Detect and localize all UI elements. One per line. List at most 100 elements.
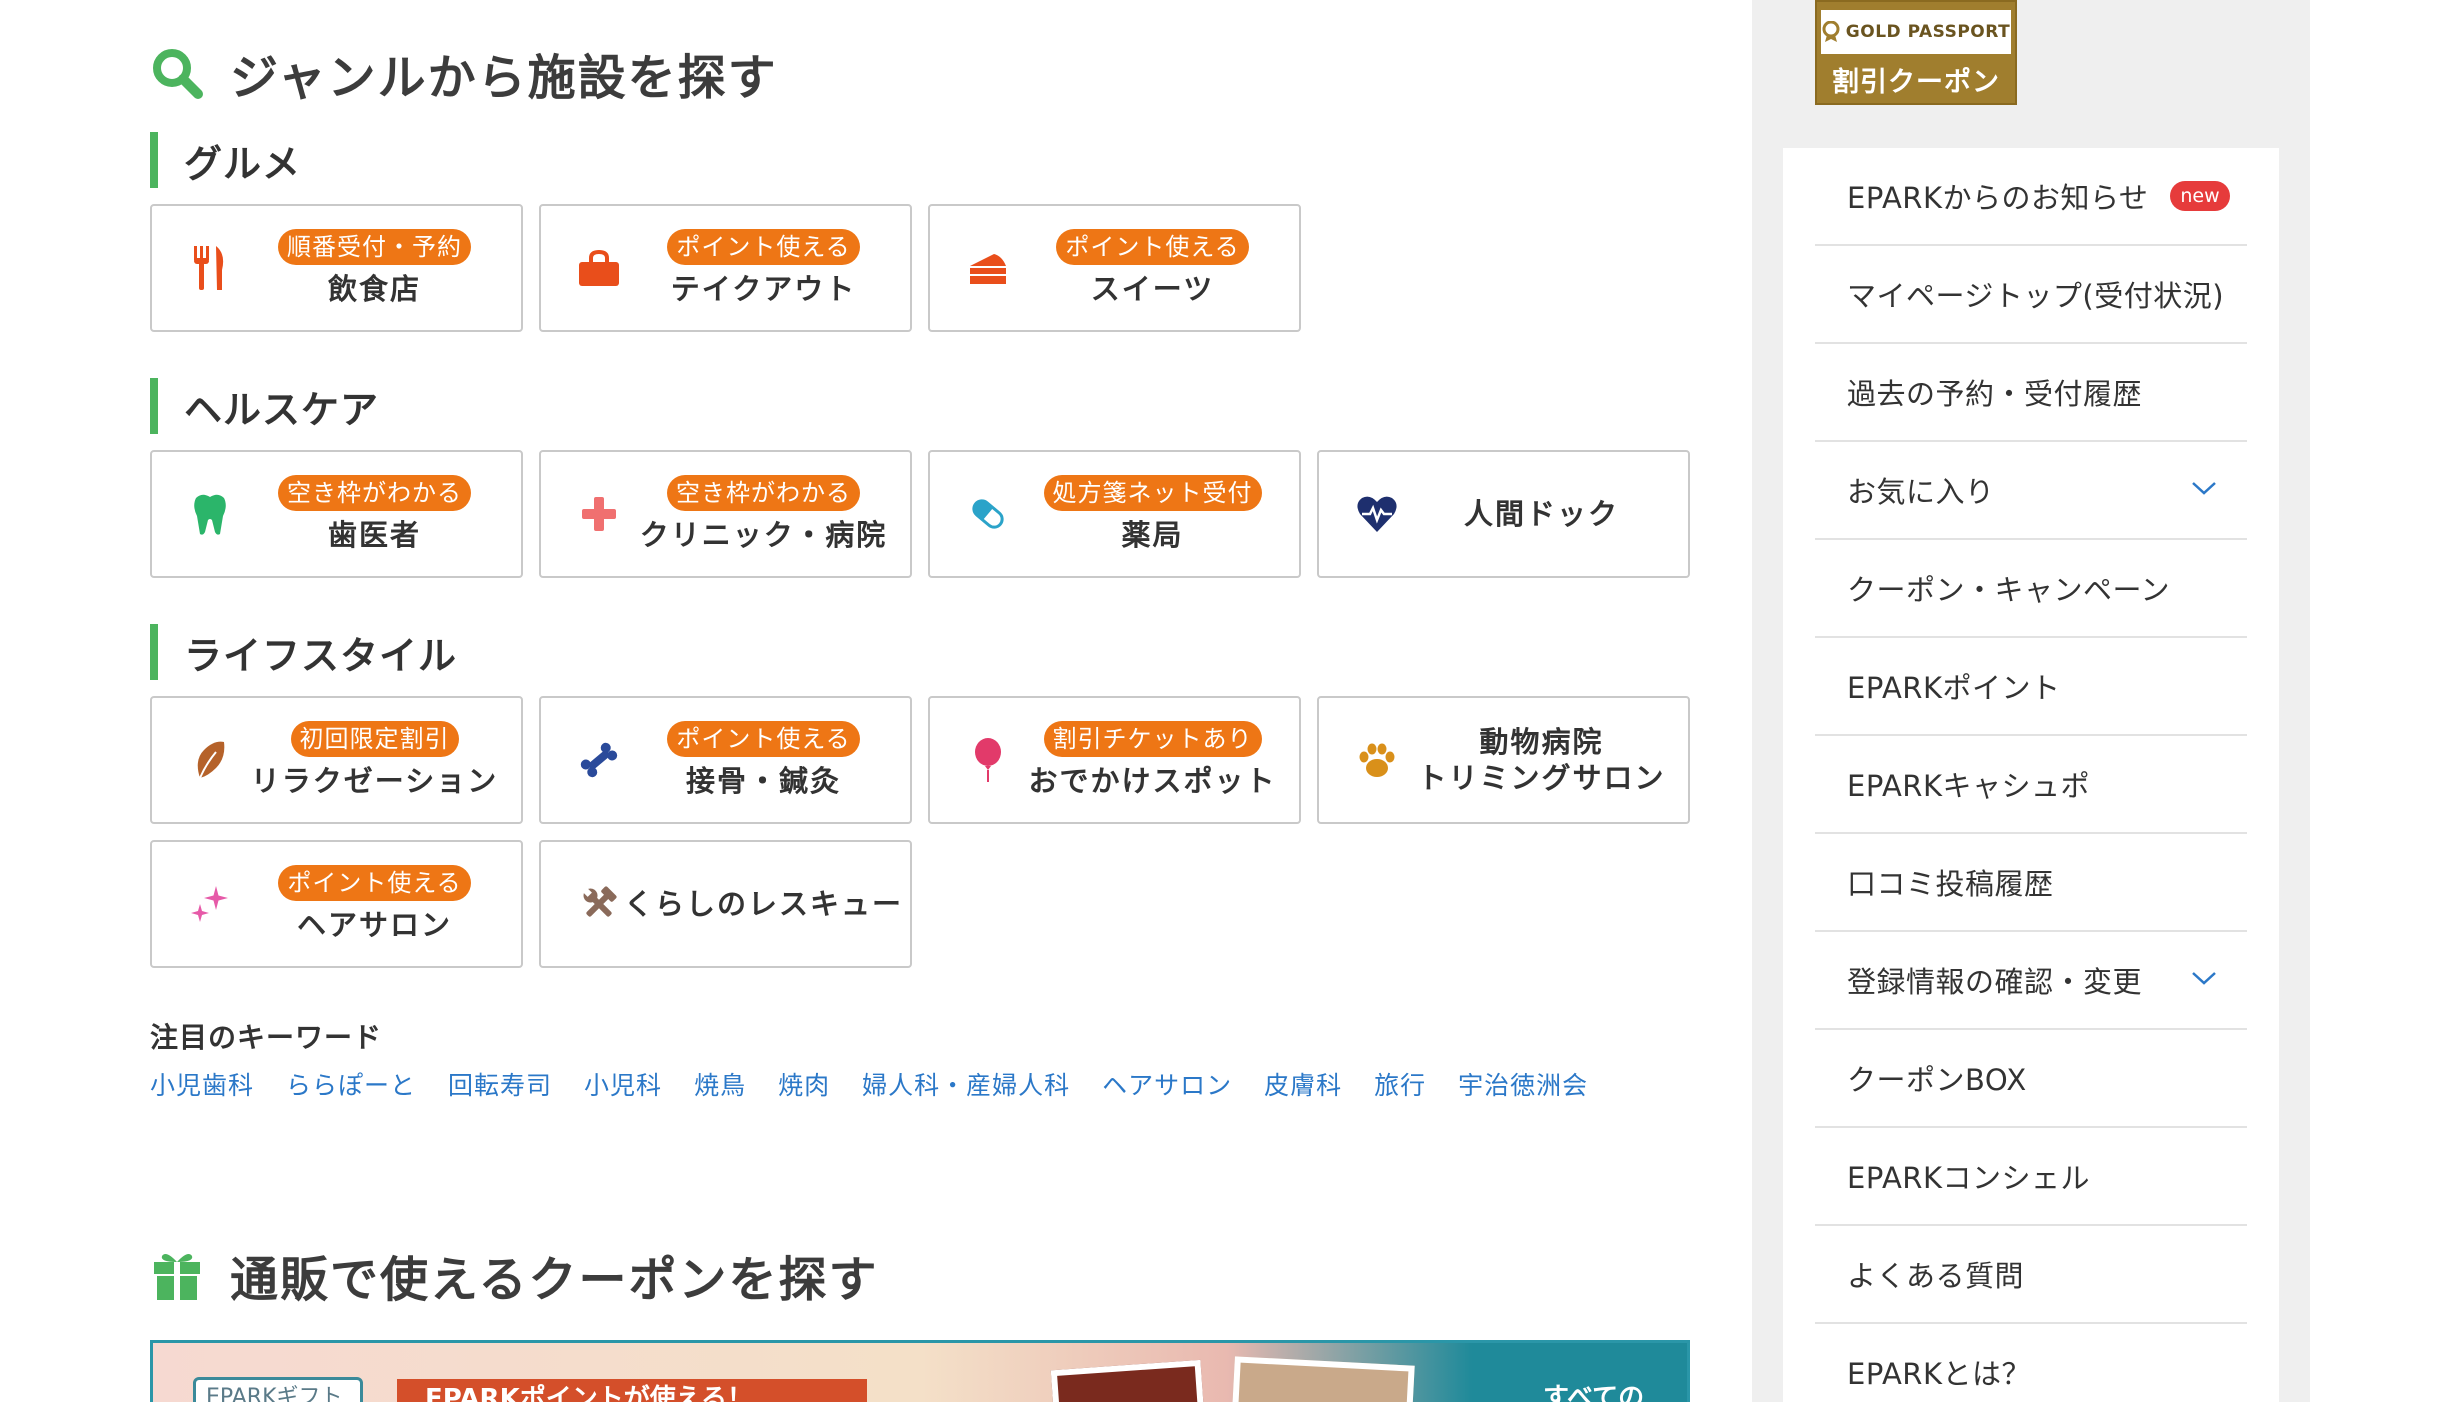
genre-card-life-rescue[interactable]: くらしのレスキュー bbox=[539, 840, 912, 968]
card-label: 薬局 bbox=[1121, 518, 1184, 552]
genre-card-takeout[interactable]: ポイント使える テイクアウト bbox=[539, 204, 912, 332]
category-title-lifestyle: ライフスタイル bbox=[150, 624, 457, 680]
card-badge: 空き枠がわかる bbox=[278, 475, 471, 511]
menu-item-coupon-campaign[interactable]: クーポン・キャンペーン bbox=[1815, 540, 2247, 638]
menu-item-label: マイページトップ(受付状況) bbox=[1847, 279, 2225, 313]
main-content: ジャンルから施設を探す グルメ 順番受付・予約 飲食店 ポイント使える テイクア… bbox=[150, 0, 1690, 1402]
genre-section-heading: ジャンルから施設を探す bbox=[230, 50, 778, 106]
keywords-title: 注目のキーワード bbox=[150, 1021, 383, 1054]
heart-pulse-icon bbox=[1355, 489, 1399, 539]
sidebar: GOLD PASSPORT 割引クーポン EPARKからのお知らせ new マイ… bbox=[1752, 0, 2310, 1402]
chevron-down-icon[interactable] bbox=[2191, 480, 2217, 500]
menu-item-coupon-box[interactable]: クーポンBOX bbox=[1815, 1030, 2247, 1128]
card-label: ヘアサロン bbox=[296, 908, 452, 942]
banner-ribbon: EPARKポイントが使える！ bbox=[397, 1379, 867, 1402]
menu-item-concierge[interactable]: EPARKコンシェル bbox=[1815, 1128, 2247, 1226]
card-label: クリニック・病院 bbox=[639, 518, 888, 552]
menu-item-news[interactable]: EPARKからのお知らせ new bbox=[1815, 148, 2247, 246]
banner-label: EPARKギフト bbox=[193, 1377, 363, 1402]
card-label: リラクゼーション bbox=[250, 764, 499, 798]
card-label: 飲食店 bbox=[327, 272, 421, 306]
menu-item-label: EPARKポイント bbox=[1847, 671, 2061, 705]
gold-passport-header: GOLD PASSPORT bbox=[1821, 10, 2011, 54]
menu-item-label: クーポン・キャンペーン bbox=[1847, 573, 2171, 607]
gold-passport-coupon-link[interactable]: GOLD PASSPORT 割引クーポン bbox=[1815, 0, 2017, 105]
cake-icon bbox=[966, 243, 1010, 293]
medical-cross-icon bbox=[577, 489, 621, 539]
balloon-icon bbox=[966, 735, 1010, 785]
gold-passport-title: GOLD PASSPORT bbox=[1845, 22, 2011, 42]
keyword-link[interactable]: 焼鳥 bbox=[694, 1066, 746, 1102]
medal-icon bbox=[1822, 21, 1840, 42]
menu-item-epark-point[interactable]: EPARKポイント bbox=[1815, 638, 2247, 736]
genre-card-bonesetting[interactable]: ポイント使える 接骨・鍼灸 bbox=[539, 696, 912, 824]
tools-icon bbox=[577, 879, 621, 929]
menu-item-label: 過去の予約・受付履歴 bbox=[1847, 377, 2143, 411]
genre-card-health-checkup[interactable]: 人間ドック bbox=[1317, 450, 1690, 578]
card-badge: 空き枠がわかる bbox=[667, 475, 860, 511]
tsuhan-section-title: 通販で使えるクーポンを探す bbox=[150, 1240, 879, 1310]
keyword-link[interactable]: 皮膚科 bbox=[1264, 1066, 1342, 1102]
leaf-icon bbox=[188, 735, 232, 785]
card-badge: ポイント使える bbox=[667, 721, 860, 757]
genre-card-animal-hospital[interactable]: 動物病院 トリミングサロン bbox=[1317, 696, 1690, 824]
bag-icon bbox=[577, 243, 621, 293]
menu-item-label: EPARKとは？ bbox=[1847, 1357, 2031, 1391]
menu-item-label: 口コミ投稿履歴 bbox=[1847, 867, 2054, 901]
genre-card-relaxation[interactable]: 初回限定割引 リラクゼーション bbox=[150, 696, 523, 824]
menu-item-favorites[interactable]: お気に入り bbox=[1815, 442, 2247, 540]
genre-section-title: ジャンルから施設を探す bbox=[150, 38, 778, 108]
epark-gift-banner[interactable]: EPARKギフト EPARKポイントが使える！ すべての bbox=[150, 1340, 1690, 1402]
genre-card-clinic[interactable]: 空き枠がわかる クリニック・病院 bbox=[539, 450, 912, 578]
fork-knife-icon bbox=[188, 243, 232, 293]
keyword-link[interactable]: 婦人科・産婦人科 bbox=[862, 1066, 1070, 1102]
genre-card-pharmacy[interactable]: 処方箋ネット受付 薬局 bbox=[928, 450, 1301, 578]
menu-item-label: EPARKコンシェル bbox=[1847, 1161, 2090, 1195]
keyword-link[interactable]: 回転寿司 bbox=[448, 1066, 552, 1102]
genre-card-dentist[interactable]: 空き枠がわかる 歯医者 bbox=[150, 450, 523, 578]
mypage-menu: EPARKからのお知らせ new マイページトップ(受付状況) 過去の予約・受付… bbox=[1783, 148, 2279, 1402]
card-badge: ポイント使える bbox=[278, 865, 471, 901]
keyword-link[interactable]: 宇治徳洲会 bbox=[1458, 1066, 1588, 1102]
tooth-icon bbox=[188, 489, 232, 539]
tsuhan-section-heading: 通販で使えるクーポンを探す bbox=[230, 1252, 879, 1308]
menu-item-cashpo[interactable]: EPARKキャシュポ bbox=[1815, 736, 2247, 834]
category-title-gourmet: グルメ bbox=[150, 132, 301, 188]
bone-icon bbox=[577, 735, 621, 785]
genre-card-hair-salon[interactable]: ポイント使える ヘアサロン bbox=[150, 840, 523, 968]
pill-icon bbox=[966, 489, 1010, 539]
banner-photo bbox=[1050, 1359, 1206, 1402]
keyword-link[interactable]: ららぽーと bbox=[286, 1066, 416, 1102]
menu-item-label: お気に入り bbox=[1847, 475, 1995, 509]
chevron-down-icon[interactable] bbox=[2191, 970, 2217, 990]
card-label: テイクアウト bbox=[670, 272, 857, 306]
keyword-link[interactable]: 旅行 bbox=[1374, 1066, 1426, 1102]
card-badge: 処方箋ネット受付 bbox=[1043, 475, 1262, 511]
banner-photo bbox=[1231, 1356, 1415, 1402]
genre-card-restaurant[interactable]: 順番受付・予約 飲食店 bbox=[150, 204, 523, 332]
menu-item-about-epark[interactable]: EPARKとは？ bbox=[1815, 1324, 2247, 1402]
card-badge: ポイント使える bbox=[1056, 229, 1249, 265]
genre-card-sweets[interactable]: ポイント使える スイーツ bbox=[928, 204, 1301, 332]
menu-item-faq[interactable]: よくある質問 bbox=[1815, 1226, 2247, 1324]
category-title-health: ヘルスケア bbox=[150, 378, 379, 434]
menu-item-label: EPARKキャシュポ bbox=[1847, 769, 2090, 803]
gold-passport-subtitle: 割引クーポン bbox=[1832, 67, 2000, 98]
menu-item-mypage-top[interactable]: マイページトップ(受付状況) bbox=[1815, 246, 2247, 344]
search-icon bbox=[150, 46, 204, 100]
menu-item-history[interactable]: 過去の予約・受付履歴 bbox=[1815, 344, 2247, 442]
keyword-link[interactable]: 焼肉 bbox=[778, 1066, 830, 1102]
genre-card-outing-spot[interactable]: 割引チケットあり おでかけスポット bbox=[928, 696, 1301, 824]
card-label: おでかけスポット bbox=[1028, 764, 1277, 798]
sparkle-icon bbox=[188, 879, 232, 929]
menu-item-review-history[interactable]: 口コミ投稿履歴 bbox=[1815, 834, 2247, 932]
keyword-link[interactable]: 小児科 bbox=[584, 1066, 662, 1102]
card-label-line2: トリミングサロン bbox=[1417, 761, 1666, 795]
menu-item-account-settings[interactable]: 登録情報の確認・変更 bbox=[1815, 932, 2247, 1030]
menu-item-label: クーポンBOX bbox=[1847, 1063, 2027, 1097]
card-badge: 初回限定割引 bbox=[290, 721, 459, 757]
menu-item-label: よくある質問 bbox=[1847, 1259, 2025, 1293]
keyword-link[interactable]: 小児歯科 bbox=[150, 1066, 254, 1102]
keyword-link[interactable]: ヘアサロン bbox=[1102, 1066, 1232, 1102]
card-label: 人間ドック bbox=[1463, 497, 1619, 531]
